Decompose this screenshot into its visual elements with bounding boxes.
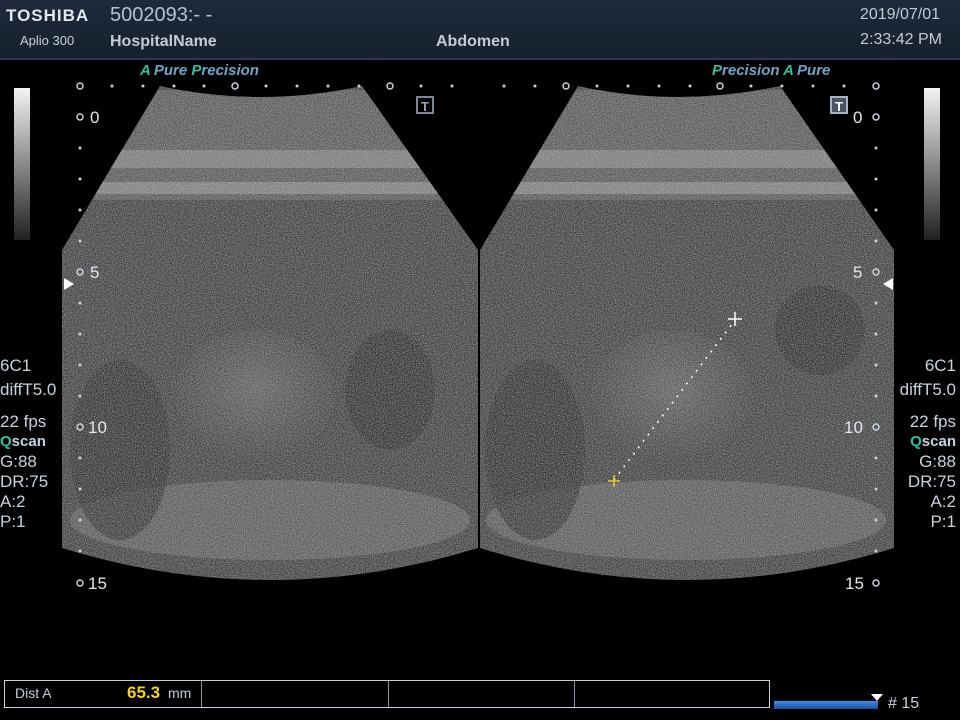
left-p: P:1 [0, 512, 26, 531]
preset-p-letter: P [191, 62, 202, 79]
right-top-scale [502, 82, 880, 90]
left-depth-5: 5 [90, 263, 100, 282]
right-depth-0: 0 [853, 108, 863, 127]
left-t-marker[interactable]: T [416, 96, 434, 114]
left-parameters: 6C1 diffT5.0 22 fps Qscan G:88 DR:75 A:2… [0, 356, 56, 532]
measurement-cell-empty [202, 681, 389, 707]
left-gain: G:88 [0, 452, 37, 471]
qscan-q: Q [0, 433, 12, 450]
left-dr: DR:75 [0, 472, 49, 491]
right-qscan: Qscan [900, 432, 956, 452]
left-qscan: Qscan [0, 432, 56, 452]
qscan-rest: scan [921, 433, 956, 450]
left-depth-0: 0 [90, 108, 100, 127]
right-parameters: 6C1 diffT5.0 22 fps Qscan G:88 DR:75 A:2… [900, 356, 956, 532]
preset-a-letter: A [783, 62, 795, 79]
right-preset-label: Precision A Pure [712, 62, 830, 79]
preset-precision: recision [722, 62, 780, 79]
left-top-scale [76, 82, 454, 90]
right-t-marker-active[interactable]: T [830, 96, 848, 114]
measurement-bar: Dist A 65.3 mm [4, 680, 770, 708]
right-p: P:1 [930, 512, 956, 531]
right-fps: 22 fps [909, 412, 956, 431]
left-a: A:2 [0, 492, 26, 511]
left-fps: 22 fps [0, 412, 47, 431]
right-depth-15: 15 [845, 574, 864, 593]
left-focus-arrow-icon[interactable] [64, 278, 74, 290]
left-grayscale-bar [14, 88, 30, 240]
measurement-cell-dist-a[interactable]: Dist A 65.3 mm [5, 681, 202, 707]
measurement-value: 65.3 [127, 683, 161, 702]
preset-a-letter: A [140, 62, 151, 79]
right-dr: DR:75 [907, 472, 956, 491]
left-depth-15: 15 [88, 574, 107, 593]
measurement-cell-empty [389, 681, 576, 707]
left-depth-10: 10 [88, 418, 107, 437]
preset-p-letter: P [712, 62, 723, 79]
measurement-unit: mm [168, 685, 192, 701]
left-preset-label: A Pure Precision [140, 62, 259, 79]
preset-precision: recision [201, 62, 259, 79]
right-depth-5: 5 [853, 263, 863, 282]
measurement-label: Dist A [15, 685, 52, 701]
left-mode: diffT5.0 [0, 380, 57, 399]
right-transducer: 6C1 [924, 356, 956, 375]
preset-pure: Pure [797, 62, 831, 79]
measurement-cell-empty [575, 681, 769, 707]
right-scan-image [480, 86, 894, 580]
ultrasound-image-area [62, 82, 894, 587]
right-focus-arrow-icon[interactable] [883, 278, 893, 290]
right-grayscale-bar [924, 88, 940, 240]
left-transducer: 6C1 [0, 356, 32, 375]
cine-position-icon[interactable] [871, 694, 883, 701]
right-mode: diffT5.0 [899, 380, 956, 399]
cine-progress-bar[interactable] [774, 701, 878, 709]
right-depth-10: 10 [844, 418, 863, 437]
preset-pure: Pure [153, 62, 188, 79]
frame-number: # 15 [888, 695, 920, 712]
right-a: A:2 [930, 492, 956, 511]
right-gain: G:88 [919, 452, 956, 471]
qscan-rest: scan [11, 433, 46, 450]
qscan-q: Q [910, 433, 922, 450]
left-scan-image [62, 86, 478, 580]
